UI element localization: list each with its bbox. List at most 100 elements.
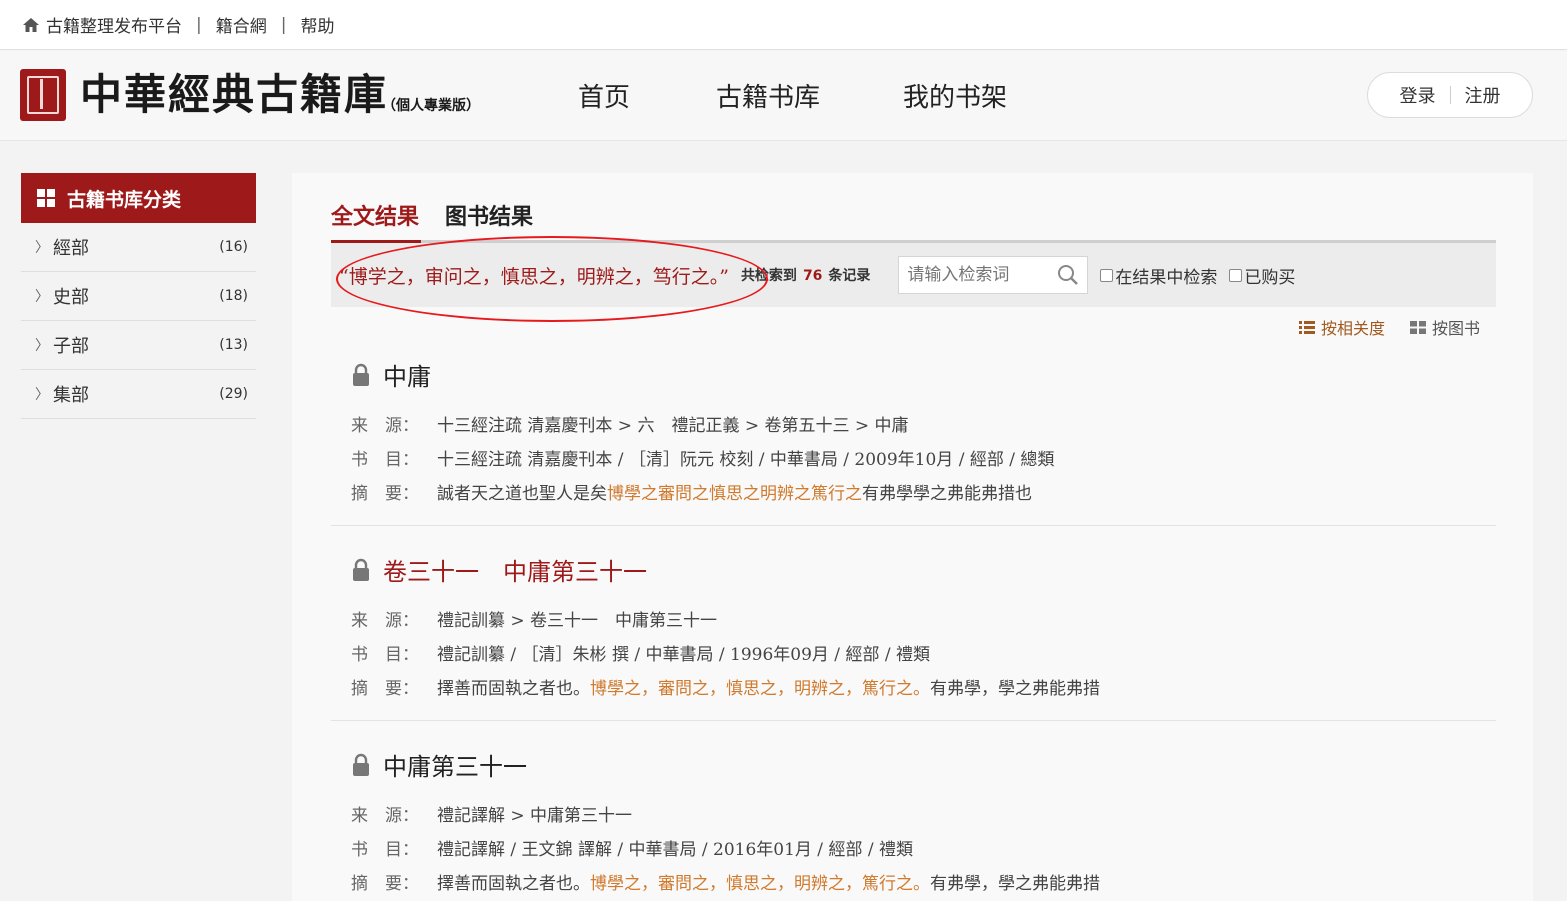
- sidebar-item-count: (18): [219, 288, 248, 304]
- search-bar: “博学之，审问之，慎思之，明辨之，笃行之。” 共检索到76条记录 在结果中检索 …: [331, 243, 1496, 307]
- sidebar-item-shi[interactable]: 〉 史部 (18): [21, 272, 256, 321]
- lock-icon: [353, 558, 369, 581]
- result-count: 共检索到 76 条记录: [741, 265, 870, 285]
- checkbox[interactable]: [1100, 268, 1114, 282]
- home-icon[interactable]: [22, 16, 40, 34]
- checkbox-label: 已购买: [1244, 267, 1296, 288]
- abstract-post: 有弗學，學之弗能弗措: [930, 873, 1100, 894]
- top-utility-bar: 古籍整理发布平台 | 籍合網 | 帮助: [0, 0, 1567, 50]
- chevron-right-icon: 〉: [35, 240, 49, 256]
- result-title[interactable]: 中庸第三十一: [383, 747, 527, 782]
- lock-icon: [353, 753, 369, 776]
- separator: |: [196, 14, 202, 35]
- search-query: “博学之，审问之，慎思之，明辨之，笃行之。”: [339, 265, 729, 288]
- jihe-link[interactable]: 籍合網: [216, 12, 267, 37]
- abstract-pre: 誠者天之道也聖人是矣: [437, 483, 607, 504]
- sidebar-item-label: 史部: [53, 287, 89, 308]
- list-icon: [1299, 320, 1315, 334]
- divider: [331, 720, 1496, 721]
- chevron-right-icon: 〉: [35, 387, 49, 403]
- checkbox[interactable]: [1229, 268, 1243, 282]
- sidebar-item-count: (29): [219, 386, 248, 402]
- result-count-prefix: 共检索到: [740, 268, 797, 284]
- separator: |: [280, 14, 287, 35]
- catalog-label: 书 目：: [351, 449, 419, 470]
- catalog-info[interactable]: 禮記譯解 / 王文錦 譯解 / 中華書局 / 2016年01月 / 經部 / 禮…: [437, 835, 913, 860]
- result-item: 中庸第三十一 来 源： 禮記譯解 > 中庸第三十一 书 目： 禮記譯解 / 王文錦 …: [331, 747, 1496, 898]
- sidebar-item-zi[interactable]: 〉 子部 (13): [21, 321, 256, 370]
- source-path[interactable]: 禮記譯解 > 中庸第三十一: [437, 801, 632, 826]
- search-within-results-checkbox[interactable]: 在结果中检索: [1100, 263, 1217, 288]
- result-count-number: 76: [802, 268, 823, 284]
- abstract-highlight: 博學之，審問之，慎思之，明辨之，篤行之。: [590, 873, 930, 894]
- sidebar-item-ji[interactable]: 〉 集部 (29): [21, 370, 256, 419]
- abstract-text: 擇善而固執之者也。博學之，審問之，慎思之，明辨之，篤行之。有弗學，學之弗能弗措: [437, 869, 1100, 894]
- catalog-label: 书 目：: [351, 644, 419, 665]
- platform-link[interactable]: 古籍整理发布平台: [46, 12, 182, 37]
- catalog-info[interactable]: 十三經注疏 清嘉慶刊本 / ［清］阮元 校刻 / 中華書局 / 2009年10月…: [437, 445, 1054, 470]
- purchased-checkbox[interactable]: 已购买: [1229, 263, 1295, 288]
- tab-book-results[interactable]: 图书结果: [445, 199, 533, 241]
- divider: [331, 525, 1496, 526]
- logo-seal-icon[interactable]: [20, 69, 66, 121]
- grid-icon: [37, 189, 55, 207]
- grid-icon: [1410, 320, 1426, 334]
- abstract-pre: 擇善而固執之者也。: [437, 678, 590, 699]
- sidebar-item-label: 子部: [53, 336, 89, 357]
- abstract-highlight: 博學之審問之慎思之明辨之篤行之: [607, 483, 862, 504]
- nav-library[interactable]: 古籍书库: [716, 77, 820, 114]
- auth-box: 登录 注册: [1367, 72, 1533, 118]
- results-panel: 全文结果 图书结果 “博学之，审问之，慎思之，明辨之，笃行之。” 共检索到 76 条…: [292, 173, 1533, 901]
- sidebar-item-jing[interactable]: 〉 經部 (16): [21, 223, 256, 272]
- result-title[interactable]: 卷三十一 中庸第三十一: [383, 552, 647, 587]
- sort-by-book[interactable]: 按图书: [1410, 315, 1480, 339]
- search-box: [898, 256, 1089, 294]
- divider: [1449, 86, 1451, 104]
- help-link[interactable]: 帮助: [300, 12, 334, 37]
- result-item: 卷三十一 中庸第三十一 来 源： 禮記訓纂 > 卷三十一 中庸第三十一 书 目： 禮…: [331, 552, 1496, 703]
- sort-label: 按图书: [1432, 319, 1481, 338]
- result-tabs: 全文结果 图书结果: [331, 199, 559, 241]
- chevron-right-icon: 〉: [35, 338, 49, 354]
- logo-title[interactable]: 中華經典古籍庫: [80, 69, 388, 121]
- sidebar-item-label: 經部: [53, 238, 89, 259]
- login-button[interactable]: 登录: [1400, 82, 1436, 108]
- abstract-post: 有弗學學之弗能弗措也: [862, 483, 1032, 504]
- sidebar-item-count: (16): [219, 239, 248, 255]
- source-label: 来 源：: [351, 805, 419, 826]
- result-item: 中庸 来 源： 十三經注疏 清嘉慶刊本 > 六 禮記正義 > 卷第五十三 > 中庸…: [331, 357, 1496, 508]
- sort-by-relevance[interactable]: 按相关度: [1299, 315, 1385, 339]
- abstract-post: 有弗學，學之弗能弗措: [930, 678, 1100, 699]
- logo-subtitle: （個人專業版）: [382, 98, 480, 114]
- category-sidebar: 古籍书库分类 〉 經部 (16) 〉 史部 (18) 〉 子部 (13) 〉 集…: [21, 173, 256, 419]
- result-count-suffix: 条记录: [828, 268, 871, 284]
- source-label: 来 源：: [351, 415, 419, 436]
- nav-bookshelf[interactable]: 我的书架: [903, 77, 1007, 114]
- source-label: 来 源：: [351, 610, 419, 631]
- source-path[interactable]: 十三經注疏 清嘉慶刊本 > 六 禮記正義 > 卷第五十三 > 中庸: [437, 411, 909, 436]
- abstract-label: 摘 要：: [351, 483, 419, 504]
- sidebar-heading: 古籍书库分类: [21, 173, 256, 223]
- checkbox-label: 在结果中检索: [1115, 267, 1218, 288]
- source-path[interactable]: 禮記訓纂 > 卷三十一 中庸第三十一: [437, 606, 717, 631]
- catalog-label: 书 目：: [351, 839, 419, 860]
- search-icon[interactable]: [1057, 264, 1079, 286]
- sort-label: 按相关度: [1321, 319, 1386, 338]
- register-button[interactable]: 注册: [1465, 82, 1501, 108]
- lock-icon: [353, 363, 369, 386]
- chevron-right-icon: 〉: [35, 289, 49, 305]
- sidebar-item-label: 集部: [53, 385, 89, 406]
- abstract-text: 誠者天之道也聖人是矣博學之審問之慎思之明辨之篤行之有弗學學之弗能弗措也: [437, 479, 1032, 504]
- abstract-pre: 擇善而固執之者也。: [437, 873, 590, 894]
- sidebar-heading-label: 古籍书库分类: [67, 188, 182, 211]
- abstract-text: 擇善而固執之者也。博學之，審問之，慎思之，明辨之，篤行之。有弗學，學之弗能弗措: [437, 674, 1100, 699]
- result-title[interactable]: 中庸: [383, 357, 431, 392]
- catalog-info[interactable]: 禮記訓纂 / ［清］朱彬 撰 / 中華書局 / 1996年09月 / 經部 / …: [437, 640, 930, 665]
- abstract-label: 摘 要：: [351, 678, 419, 699]
- sidebar-item-count: (13): [219, 337, 248, 353]
- site-header: 中華經典古籍庫 （個人專業版） 首页 古籍书库 我的书架 登录 注册: [0, 51, 1567, 141]
- abstract-label: 摘 要：: [351, 873, 419, 894]
- nav-home[interactable]: 首页: [578, 77, 630, 114]
- tab-fulltext-results[interactable]: 全文结果: [331, 199, 419, 241]
- search-input[interactable]: [907, 265, 1058, 285]
